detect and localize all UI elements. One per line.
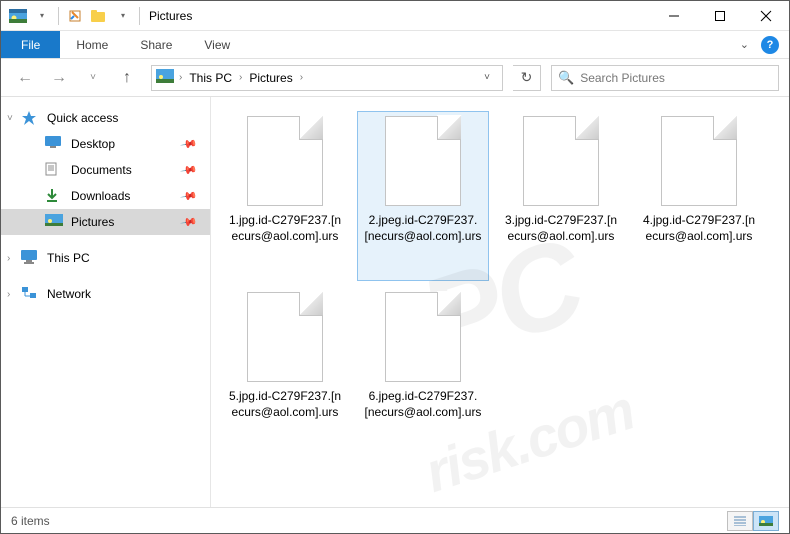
- file-thumb: [385, 292, 461, 382]
- file-name: 5.jpg.id-C279F237.[necurs@aol.com].urs: [220, 388, 350, 420]
- ribbon-right: ⌄ ?: [740, 31, 789, 58]
- sidebar-item-documents[interactable]: Documents 📌: [1, 157, 210, 183]
- file-item[interactable]: 5.jpg.id-C279F237.[necurs@aol.com].urs: [219, 287, 351, 457]
- sidebar-item-label: This PC: [47, 251, 90, 265]
- window-controls: [651, 1, 789, 31]
- sidebar-item-label: Downloads: [71, 189, 130, 203]
- chevron-right-icon[interactable]: ›: [297, 72, 306, 83]
- file-name: 6.jpeg.id-C279F237.[necurs@aol.com].urs: [358, 388, 488, 420]
- downloads-icon: [45, 188, 63, 204]
- qat-properties-icon[interactable]: [64, 5, 86, 27]
- search-input[interactable]: 🔍 Search Pictures: [551, 65, 779, 91]
- pin-icon: 📌: [180, 187, 199, 206]
- sidebar-item-label: Desktop: [71, 137, 115, 151]
- breadcrumb-thispc[interactable]: This PC: [185, 71, 236, 85]
- tab-view[interactable]: View: [188, 31, 246, 58]
- address-bar-row: ← → ˅ ↑ › This PC › Pictures › ˅ ↻ 🔍 Sea…: [1, 59, 789, 97]
- file-list[interactable]: PC risk.com 1.jpg.id-C279F237.[necurs@ao…: [211, 97, 789, 507]
- sidebar-item-pictures[interactable]: Pictures 📌: [1, 209, 210, 235]
- chevron-right-icon[interactable]: ›: [176, 72, 185, 83]
- file-name: 4.jpg.id-C279F237.[necurs@aol.com].urs: [634, 212, 764, 244]
- file-item[interactable]: 6.jpeg.id-C279F237.[necurs@aol.com].urs: [357, 287, 489, 457]
- file-item[interactable]: 1.jpg.id-C279F237.[necurs@aol.com].urs: [219, 111, 351, 281]
- title-bar: ▾ ▾ Pictures: [1, 1, 789, 31]
- file-thumb: [523, 116, 599, 206]
- navigation-pane: ˅ Quick access Desktop 📌 Documents 📌 Dow…: [1, 97, 211, 507]
- refresh-button[interactable]: ↻: [513, 65, 541, 91]
- desktop-icon: [45, 136, 63, 152]
- chevron-right-icon[interactable]: ›: [236, 72, 245, 83]
- breadcrumb-pictures[interactable]: Pictures: [245, 71, 296, 85]
- breadcrumb[interactable]: › This PC › Pictures › ˅: [151, 65, 503, 91]
- sidebar-item-downloads[interactable]: Downloads 📌: [1, 183, 210, 209]
- network-icon: [21, 286, 39, 302]
- sidebar-quick-access[interactable]: ˅ Quick access: [1, 105, 210, 131]
- sidebar-item-label: Quick access: [47, 111, 118, 125]
- file-thumb: [247, 116, 323, 206]
- quick-access-toolbar: ▾ ▾ Pictures: [1, 5, 192, 27]
- sidebar-network[interactable]: › Network: [1, 281, 210, 307]
- sidebar-item-label: Network: [47, 287, 91, 301]
- forward-button[interactable]: →: [45, 64, 73, 92]
- tab-home[interactable]: Home: [60, 31, 124, 58]
- minimize-button[interactable]: [651, 1, 697, 31]
- file-name: 1.jpg.id-C279F237.[necurs@aol.com].urs: [220, 212, 350, 244]
- pin-icon: 📌: [180, 161, 199, 180]
- explorer-window: ▾ ▾ Pictures File Home: [0, 0, 790, 534]
- back-button[interactable]: ←: [11, 64, 39, 92]
- qat-newfolder-icon[interactable]: [88, 5, 110, 27]
- star-icon: [21, 110, 39, 126]
- monitor-icon: [21, 250, 39, 266]
- window-title: Pictures: [145, 9, 192, 23]
- sidebar-item-label: Pictures: [71, 215, 114, 229]
- file-tab[interactable]: File: [1, 31, 60, 58]
- file-thumb: [385, 116, 461, 206]
- caret-icon[interactable]: ›: [7, 253, 10, 264]
- caret-icon[interactable]: ˅: [7, 113, 13, 124]
- qat-separator-2: [139, 7, 140, 25]
- up-button[interactable]: ↑: [113, 64, 141, 92]
- pin-icon: 📌: [180, 213, 199, 232]
- maximize-button[interactable]: [697, 1, 743, 31]
- breadcrumb-dropdown-icon[interactable]: ˅: [476, 72, 498, 83]
- ribbon-tabs: File Home Share View ⌄ ?: [1, 31, 789, 59]
- status-count: 6 items: [11, 514, 50, 528]
- large-icons-view-button[interactable]: [753, 511, 779, 531]
- tab-share[interactable]: Share: [124, 31, 188, 58]
- details-view-button[interactable]: [727, 511, 753, 531]
- file-name: 3.jpg.id-C279F237.[necurs@aol.com].urs: [496, 212, 626, 244]
- qat-separator: [58, 7, 59, 25]
- help-icon[interactable]: ?: [761, 36, 779, 54]
- body: ˅ Quick access Desktop 📌 Documents 📌 Dow…: [1, 97, 789, 507]
- close-button[interactable]: [743, 1, 789, 31]
- file-thumb: [661, 116, 737, 206]
- file-item[interactable]: 3.jpg.id-C279F237.[necurs@aol.com].urs: [495, 111, 627, 281]
- app-icon: [7, 5, 29, 27]
- qat-dropdown2-icon[interactable]: ▾: [112, 5, 134, 27]
- status-bar: 6 items: [1, 507, 789, 533]
- caret-icon[interactable]: ›: [7, 289, 10, 300]
- pin-icon: 📌: [180, 135, 199, 154]
- breadcrumb-pictures-icon: [156, 69, 174, 87]
- file-item[interactable]: 4.jpg.id-C279F237.[necurs@aol.com].urs: [633, 111, 765, 281]
- sidebar-item-label: Documents: [71, 163, 132, 177]
- recent-dropdown-icon[interactable]: ˅: [79, 64, 107, 92]
- documents-icon: [45, 162, 63, 178]
- file-thumb: [247, 292, 323, 382]
- pictures-icon: [45, 214, 63, 230]
- view-switcher: [727, 511, 779, 531]
- qat-dropdown-icon[interactable]: ▾: [31, 5, 53, 27]
- file-name: 2.jpeg.id-C279F237.[necurs@aol.com].urs: [358, 212, 488, 244]
- sidebar-this-pc[interactable]: › This PC: [1, 245, 210, 271]
- ribbon-expand-icon[interactable]: ⌄: [740, 38, 749, 51]
- sidebar-item-desktop[interactable]: Desktop 📌: [1, 131, 210, 157]
- search-icon: 🔍: [558, 70, 574, 86]
- file-item[interactable]: 2.jpeg.id-C279F237.[necurs@aol.com].urs: [357, 111, 489, 281]
- search-placeholder: Search Pictures: [580, 71, 665, 85]
